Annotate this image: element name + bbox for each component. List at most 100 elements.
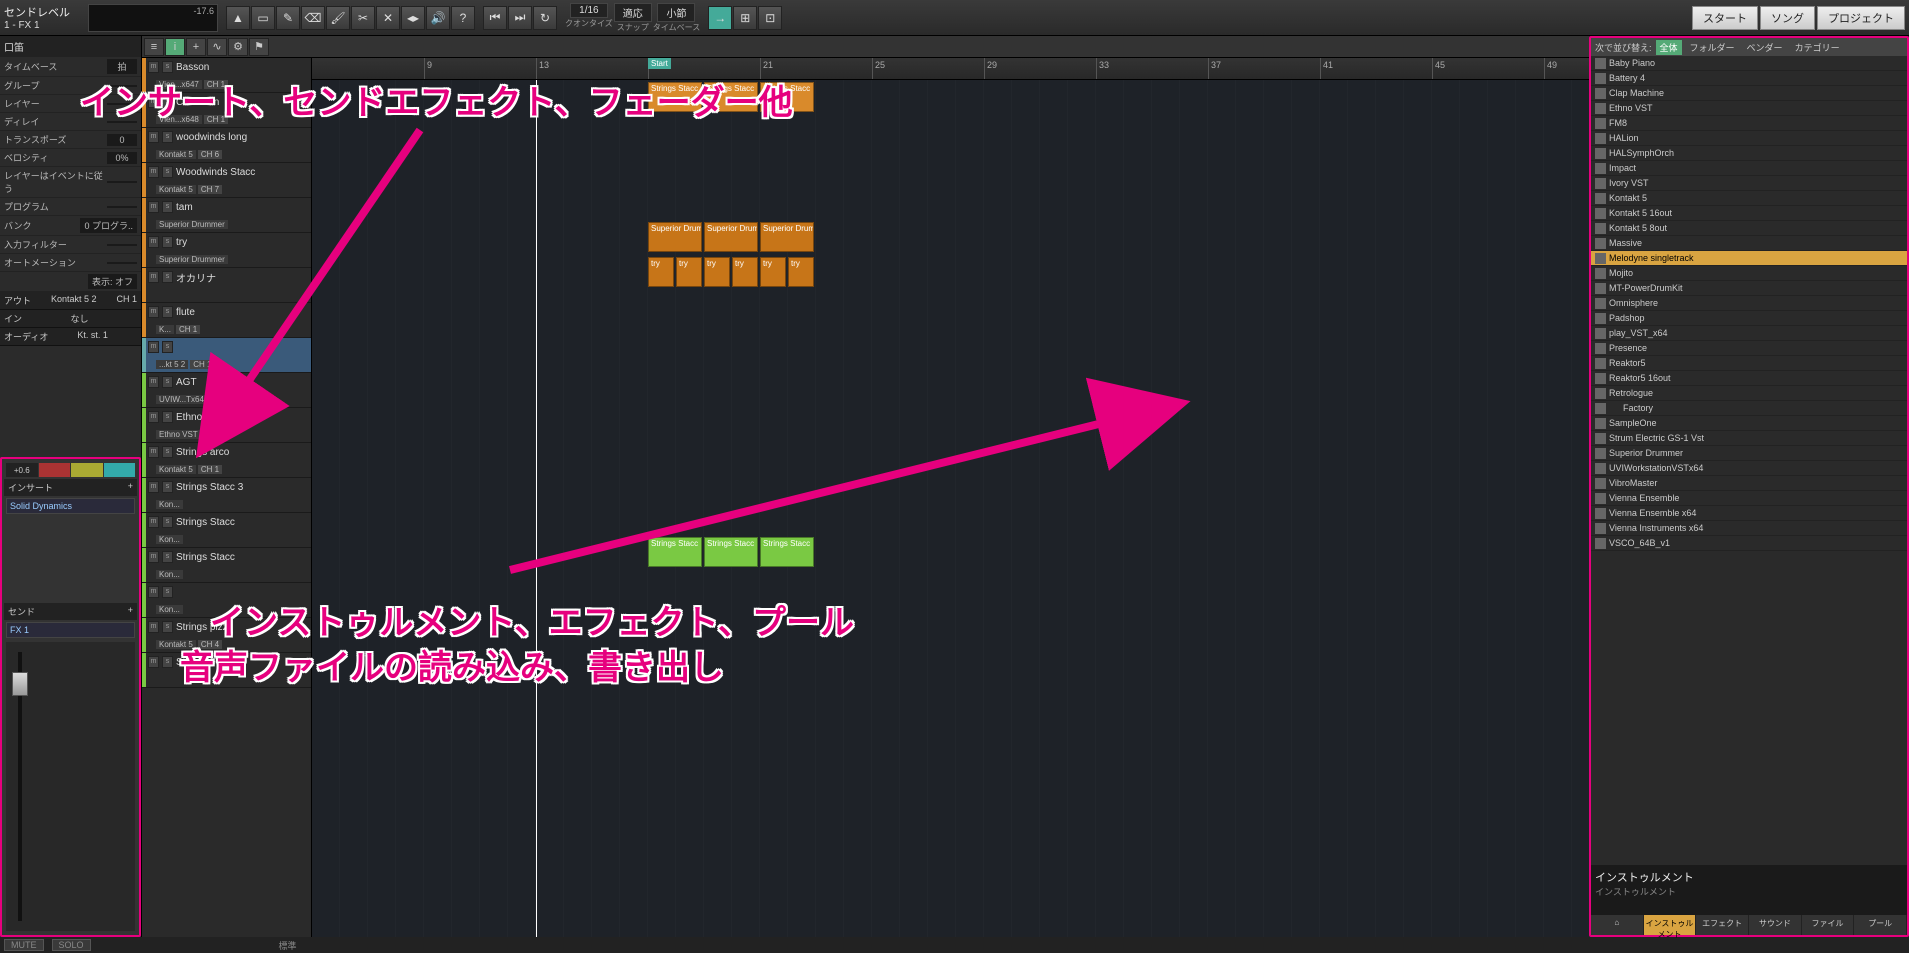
- speaker-tool[interactable]: 🔊: [426, 6, 450, 30]
- inspector-row-value[interactable]: 0 プログラ..: [80, 218, 137, 233]
- inspector-row[interactable]: レイヤーはイベントに従う: [0, 167, 141, 198]
- strip-monitor[interactable]: [104, 463, 136, 477]
- global-mute-button[interactable]: MUTE: [4, 939, 44, 951]
- track-header[interactable]: m s Woodwinds Stacc Kontakt 5 CH 7: [142, 163, 311, 198]
- midi-clip[interactable]: try: [648, 257, 674, 287]
- track-channel[interactable]: CH 1: [209, 395, 233, 404]
- track-channel[interactable]: CH 1: [198, 465, 222, 474]
- add-track-icon[interactable]: +: [186, 38, 206, 56]
- inspector-row-value[interactable]: 0%: [107, 152, 137, 164]
- send-add-icon[interactable]: +: [128, 605, 133, 618]
- snap-options-button[interactable]: ⊡: [758, 6, 782, 30]
- track-instrument[interactable]: Kontakt 5: [156, 640, 196, 649]
- browser-item[interactable]: Superior Drummer: [1591, 446, 1907, 461]
- track-mute-button[interactable]: m: [148, 96, 159, 108]
- inspector-row-value[interactable]: 拍: [107, 59, 137, 74]
- midi-clip[interactable]: Superior Drumm: [704, 222, 758, 252]
- browser-item[interactable]: Clap Machine: [1591, 86, 1907, 101]
- tab-pool[interactable]: プール: [1854, 915, 1907, 935]
- track-header[interactable]: m s Kon...: [142, 583, 311, 618]
- inspector-row[interactable]: ベロシティ0%: [0, 149, 141, 167]
- track-solo-button[interactable]: s: [162, 201, 173, 213]
- erase-tool[interactable]: ⌫: [301, 6, 325, 30]
- track-instrument[interactable]: Kontakt 5: [156, 185, 196, 194]
- track-channel[interactable]: CH 7: [198, 185, 222, 194]
- track-mute-button[interactable]: m: [148, 586, 159, 598]
- track-mute-button[interactable]: m: [148, 411, 159, 423]
- track-solo-button[interactable]: s: [162, 586, 173, 598]
- sort-tab-category[interactable]: カテゴリー: [1791, 40, 1844, 55]
- timebase-value[interactable]: 小節: [657, 3, 695, 22]
- midi-clip[interactable]: Strings Stacc: [760, 82, 814, 112]
- browser-item[interactable]: Omnisphere: [1591, 296, 1907, 311]
- routing-row[interactable]: アウトKontakt 5 2CH 1: [0, 292, 141, 310]
- inspector-row-value[interactable]: [107, 181, 137, 183]
- track-mute-button[interactable]: m: [148, 376, 159, 388]
- track-channel[interactable]: CH 1: [203, 430, 227, 439]
- track-header[interactable]: m s Strings pizz Kontakt 5 CH 4: [142, 618, 311, 653]
- track-solo-button[interactable]: s: [162, 376, 173, 388]
- browser-item[interactable]: ▸Impact: [1591, 161, 1907, 176]
- track-instrument[interactable]: Kon...: [156, 605, 183, 614]
- track-header[interactable]: m s try Superior Drummer: [142, 233, 311, 268]
- send-slot-1[interactable]: FX 1: [6, 622, 135, 638]
- range-tool[interactable]: ▭: [251, 6, 275, 30]
- browser-item[interactable]: Battery 4: [1591, 71, 1907, 86]
- track-mute-button[interactable]: m: [148, 446, 159, 458]
- browser-item[interactable]: Kontakt 5 8out: [1591, 221, 1907, 236]
- playhead[interactable]: [536, 80, 537, 937]
- track-mute-button[interactable]: m: [148, 306, 159, 318]
- track-instrument[interactable]: Ethno VST: [156, 430, 201, 439]
- ruler[interactable]: 9131721252933374145495357616569Start: [312, 58, 1589, 80]
- config-icon[interactable]: ⚙: [228, 38, 248, 56]
- inspector-row[interactable]: ディレイ: [0, 113, 141, 131]
- midi-clip[interactable]: try: [732, 257, 758, 287]
- track-header[interactable]: m s Ethno VST Ethno VST CH 1: [142, 408, 311, 443]
- browser-item[interactable]: play_VST_x64: [1591, 326, 1907, 341]
- arrangement-grid[interactable]: Strings StaccStrings StaccStrings StaccS…: [312, 80, 1589, 937]
- browser-item[interactable]: Strum Electric GS-1 Vst: [1591, 431, 1907, 446]
- track-mute-button[interactable]: m: [148, 236, 159, 248]
- browser-item[interactable]: Reaktor5 16out: [1591, 371, 1907, 386]
- browser-item[interactable]: Baby Piano: [1591, 56, 1907, 71]
- draw-tool[interactable]: ✎: [276, 6, 300, 30]
- browser-item[interactable]: FM8: [1591, 116, 1907, 131]
- midi-clip[interactable]: try: [704, 257, 730, 287]
- track-solo-button[interactable]: s: [162, 411, 173, 423]
- midi-clip[interactable]: Strings Stacc: [648, 537, 702, 567]
- global-solo-button[interactable]: SOLO: [52, 939, 91, 951]
- track-solo-button[interactable]: s: [162, 551, 173, 563]
- track-solo-button[interactable]: s: [162, 446, 173, 458]
- track-header[interactable]: m s C Basson Vien...x648 CH 1: [142, 93, 311, 128]
- track-header[interactable]: m s flute K... CH 1: [142, 303, 311, 338]
- track-header[interactable]: m s Strings Stacc Kon...: [142, 548, 311, 583]
- sort-tab-folder[interactable]: フォルダー: [1686, 40, 1739, 55]
- quantize-value[interactable]: 1/16: [570, 3, 607, 18]
- browser-item[interactable]: Massive: [1591, 236, 1907, 251]
- midi-clip[interactable]: try: [760, 257, 786, 287]
- snap-value[interactable]: 適応: [614, 3, 652, 22]
- track-solo-button[interactable]: s: [162, 131, 173, 143]
- grid-options-button[interactable]: ⊞: [733, 6, 757, 30]
- inspector-row-value[interactable]: [107, 121, 137, 123]
- arrow-tool[interactable]: ▲: [226, 6, 250, 30]
- track-channel[interactable]: CH 6: [198, 150, 222, 159]
- sort-tab-all[interactable]: 全体: [1656, 40, 1682, 55]
- inspector-row[interactable]: 入力フィルター: [0, 236, 141, 254]
- track-instrument[interactable]: Superior Drummer: [156, 255, 228, 264]
- marker-icon[interactable]: ⚑: [249, 38, 269, 56]
- inspector-row-value[interactable]: [107, 103, 137, 105]
- tab-sounds[interactable]: サウンド: [1749, 915, 1802, 935]
- track-header[interactable]: m s Strings Stacc Kon...: [142, 513, 311, 548]
- browser-item[interactable]: Presence: [1591, 341, 1907, 356]
- track-header[interactable]: m s Strings FX: [142, 653, 311, 688]
- inspector-row-value[interactable]: 0: [107, 134, 137, 146]
- forward-button[interactable]: ⏭: [508, 6, 532, 30]
- automation-icon[interactable]: ∿: [207, 38, 227, 56]
- browser-item[interactable]: Vienna Ensemble: [1591, 491, 1907, 506]
- browser-item[interactable]: ▸Retrologue: [1591, 386, 1907, 401]
- browser-item[interactable]: ▸Mojito: [1591, 266, 1907, 281]
- track-info-icon[interactable]: i: [165, 38, 185, 56]
- track-channel[interactable]: CH 1: [190, 360, 214, 369]
- insert-slot-1[interactable]: Solid Dynamics: [6, 498, 135, 514]
